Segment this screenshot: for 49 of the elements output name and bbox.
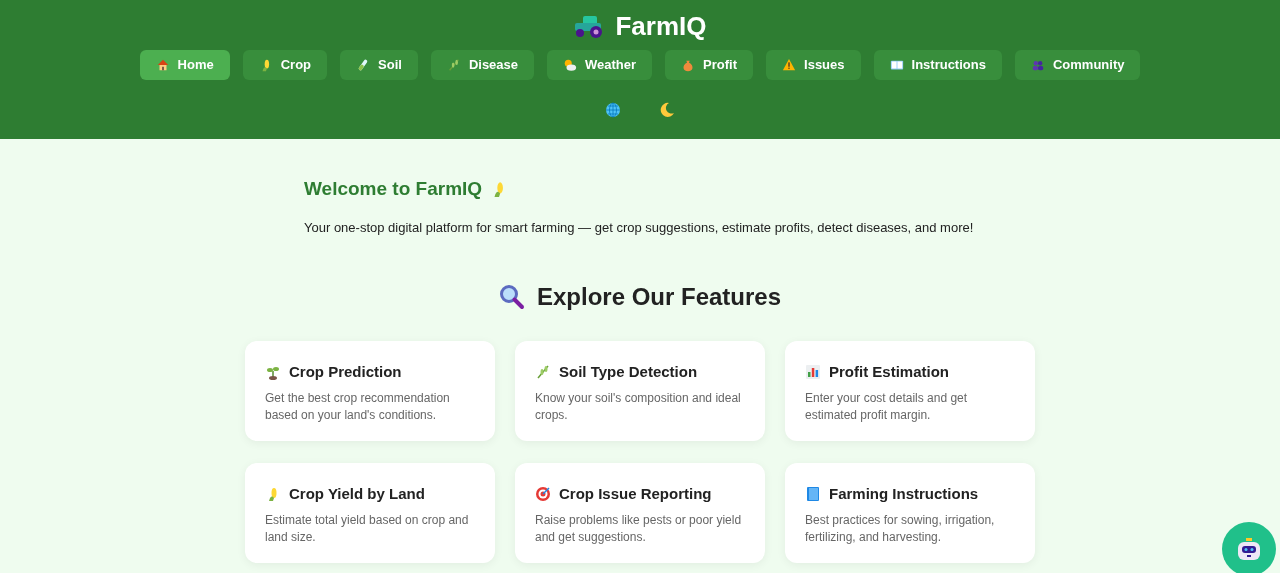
feature-card[interactable]: Farming Instructions Best practices for sowing, irrigation, fertilizing, and harvesting.	[785, 463, 1035, 563]
card-description: Enter your cost details and get estimated profit margin.	[805, 389, 969, 424]
card-title: Crop Yield by Land	[289, 484, 425, 504]
robot-icon	[1235, 535, 1263, 563]
nav-tab[interactable]: Issues	[766, 50, 861, 80]
chatbot-button[interactable]	[1222, 522, 1276, 573]
welcome-heading: Welcome to FarmIQ	[304, 177, 483, 201]
feature-card[interactable]: Crop Yield by Land Estimate total yield based on crop and land size.	[245, 463, 495, 563]
features-heading: Explore Our Features	[536, 282, 782, 312]
house-icon	[155, 58, 170, 72]
nav-tab[interactable]: Crop	[242, 50, 328, 80]
card-title: Crop Issue Reporting	[559, 484, 712, 504]
seedling-icon	[265, 364, 281, 381]
book-icon	[805, 486, 821, 503]
feature-card[interactable]: Profit Estimation Enter your cost details and get estimated profit margin.	[785, 341, 1035, 441]
card-title: Profit Estimation	[829, 362, 949, 382]
warning-icon	[782, 58, 797, 72]
card-description: Raise problems like pests or poor yield and get suggestions.	[535, 511, 743, 546]
welcome-text: Your one-stop digital platform for smart farming — get crop suggestions, estimate profits, detect diseases, and more!	[304, 218, 975, 237]
nav-tab[interactable]: Community	[1014, 50, 1141, 80]
nav-tab[interactable]: Profit	[665, 50, 754, 80]
nav-tab[interactable]: Instructions	[873, 50, 1002, 80]
card-description: Get the best crop recommendation based on your land's conditions.	[265, 389, 451, 424]
app-title: FarmIQ	[615, 10, 707, 42]
theme-button[interactable]	[659, 102, 675, 118]
card-description: Know your soil's composition and ideal crops.	[535, 389, 742, 424]
book-icon	[889, 58, 904, 72]
herb-icon	[535, 364, 551, 381]
card-description: Estimate total yield based on crop and land size.	[265, 511, 470, 546]
feature-card[interactable]: Crop Prediction Get the best crop recommendation based on your land's conditions.	[245, 341, 495, 441]
moon-icon	[659, 102, 675, 118]
nav-tab[interactable]: Home	[139, 50, 230, 80]
bar-chart-icon	[805, 364, 821, 381]
tractor-icon	[573, 13, 604, 39]
card-title: Crop Prediction	[289, 362, 402, 382]
nav-tab[interactable]: Disease	[430, 50, 535, 80]
language-button[interactable]	[605, 102, 621, 118]
globe-icon	[605, 102, 621, 118]
card-title: Soil Type Detection	[559, 362, 698, 382]
sun-cloud-icon	[563, 58, 578, 72]
feature-card[interactable]: Soil Type Detection Know your soil's composition and ideal crops.	[515, 341, 765, 441]
herb-icon	[446, 58, 461, 72]
card-description: Best practices for sowing, irrigation, fertilizing, and harvesting.	[805, 511, 996, 546]
nav-tab[interactable]: Soil	[340, 50, 418, 80]
search-icon	[498, 284, 525, 310]
nav-tab[interactable]: Weather	[547, 50, 653, 80]
card-title: Farming Instructions	[829, 484, 979, 504]
target-icon	[535, 486, 551, 503]
feature-card[interactable]: Crop Issue Reporting Raise problems like pests or poor yield and get suggestions.	[515, 463, 765, 563]
